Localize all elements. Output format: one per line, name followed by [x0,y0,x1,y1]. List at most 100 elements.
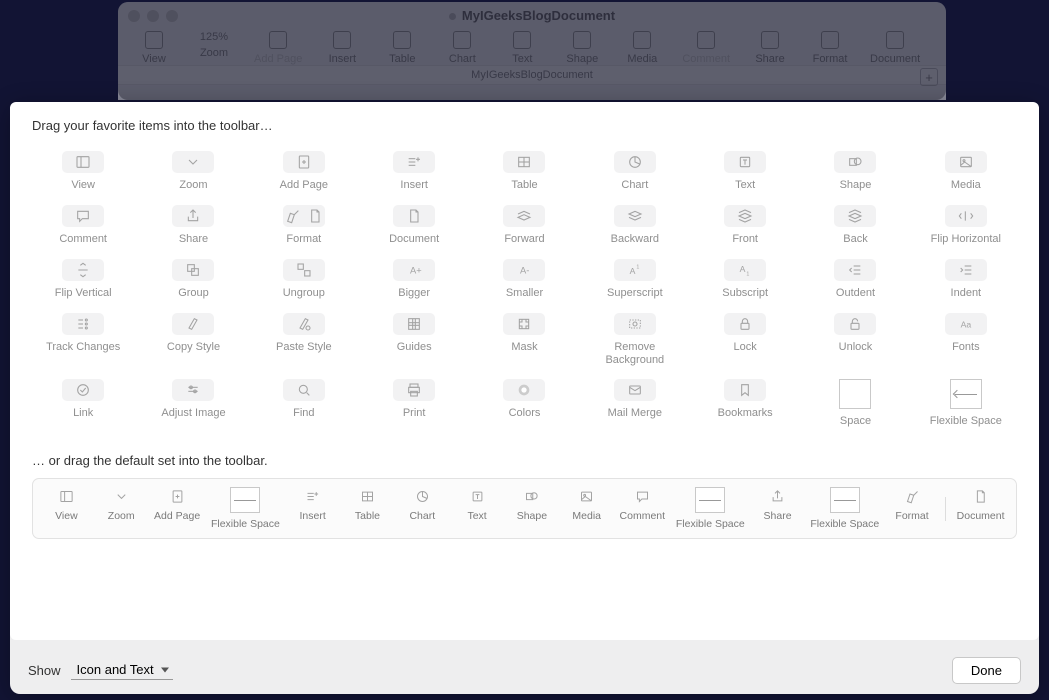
default-item-insert[interactable]: Insert [291,487,335,522]
toolbar-item-unlock[interactable]: Unlock [804,313,906,367]
toolbar-item-remove-background[interactable]: RemoveBackground [584,313,686,367]
default-set-bar[interactable]: View Zoom Add Page Flexible Space Insert Tabl… [32,478,1017,539]
item-label: Flexible Space [930,415,1002,429]
toolbar-item-comment[interactable]: Comment [32,205,134,247]
sheet-prompt: Drag your favorite items into the toolba… [32,118,1017,133]
default-item-share[interactable]: Share [756,487,800,522]
text-icon [468,487,486,505]
toolbar-item-indent[interactable]: Indent [915,259,1017,301]
item-label: Link [73,407,93,421]
toolbar-item-space[interactable]: Space [804,379,906,429]
divider [945,497,946,521]
toolbar-item-chart[interactable]: Chart [584,151,686,193]
toolbar-item-bigger[interactable]: A+Bigger [363,259,465,301]
text-icon [724,151,766,173]
toolbar-item-shape[interactable]: Shape [804,151,906,193]
toolbar-item-bookmarks[interactable]: Bookmarks [694,379,796,429]
default-item-media[interactable]: Media [565,487,609,522]
toolbar-item-link[interactable]: Link [32,379,134,429]
toolbar-item-document[interactable]: Document [363,205,465,247]
item-label: Forward [504,233,544,247]
toolbar-item-flip-horizontal[interactable]: Flip Horizontal [915,205,1017,247]
toolbar-item-mail-merge[interactable]: Mail Merge [584,379,686,429]
default-label: Shape [517,510,547,522]
item-label: Table [511,179,537,193]
default-item-flexible-space[interactable]: Flexible Space [211,487,280,530]
default-item-document[interactable]: Document [957,487,1005,522]
svg-text:1: 1 [746,271,749,277]
toolbar-item-paste-style[interactable]: Paste Style [253,313,355,367]
default-item-flexible-space[interactable]: Flexible Space [676,487,745,530]
flexible-space-icon [950,379,982,409]
share-icon [172,205,214,227]
toolbar-item-backward[interactable]: Backward [584,205,686,247]
toolbar-item-insert[interactable]: Insert [363,151,465,193]
toolbar-item-outdent[interactable]: Outdent [804,259,906,301]
toolbar-item-copy-style[interactable]: Copy Style [142,313,244,367]
item-label: Superscript [607,287,663,301]
toolbar-item-forward[interactable]: Forward [473,205,575,247]
svg-text:A: A [629,266,635,276]
default-label: Share [764,510,792,522]
zoom-icon [112,487,130,505]
item-label: Bigger [398,287,430,301]
item-label: Adjust Image [161,407,225,421]
flip-horizontal-icon [945,205,987,227]
item-label: Subscript [722,287,768,301]
default-label: Add Page [154,510,200,522]
toolbar-item-guides[interactable]: Guides [363,313,465,367]
default-item-format[interactable]: Format [890,487,934,522]
toolbar-item-back[interactable]: Back [804,205,906,247]
default-item-text[interactable]: Text [455,487,499,522]
toolbar-item-table[interactable]: Table [473,151,575,193]
toolbar-item-print[interactable]: Print [363,379,465,429]
sheet-prompt-default: … or drag the default set into the toolb… [32,453,1017,468]
toolbar-item-view[interactable]: View [32,151,134,193]
default-item-comment[interactable]: Comment [620,487,666,522]
toolbar-item-share[interactable]: Share [142,205,244,247]
toolbar-item-adjust-image[interactable]: Adjust Image [142,379,244,429]
guides-icon [393,313,435,335]
default-item-shape[interactable]: Shape [510,487,554,522]
customize-toolbar-sheet: Drag your favorite items into the toolba… [10,102,1039,640]
default-item-zoom[interactable]: Zoom [99,487,143,522]
toolbar-item-text[interactable]: Text [694,151,796,193]
document-icon [393,205,435,227]
default-item-chart[interactable]: Chart [400,487,444,522]
view-icon [62,151,104,173]
toolbar-item-flip-vertical[interactable]: Flip Vertical [32,259,134,301]
shape-icon [523,487,541,505]
toolbar-item-flexible-space[interactable]: Flexible Space [915,379,1017,429]
toolbar-item-ungroup[interactable]: Ungroup [253,259,355,301]
default-item-flexible-space[interactable]: Flexible Space [810,487,879,530]
toolbar-item-fonts[interactable]: AaFonts [915,313,1017,367]
toolbar-item-smaller[interactable]: A-Smaller [473,259,575,301]
toolbar-item-colors[interactable]: Colors [473,379,575,429]
toolbar-item-add-page[interactable]: Add Page [253,151,355,193]
item-label: Unlock [839,341,873,355]
toolbar-item-front[interactable]: Front [694,205,796,247]
default-item-view[interactable]: View [44,487,88,522]
toolbar-item-group[interactable]: Group [142,259,244,301]
toolbar-item-media[interactable]: Media [915,151,1017,193]
show-mode-select[interactable]: Icon and Text [71,660,173,680]
item-label: Text [735,179,755,193]
subscript-icon: A1 [724,259,766,281]
toolbar-item-find[interactable]: Find [253,379,355,429]
flexible-space-icon [830,487,860,513]
toolbar-item-track-changes[interactable]: Track Changes [32,313,134,367]
toolbar-item-zoom[interactable]: Zoom [142,151,244,193]
format-icon [283,205,304,227]
toolbar-item-subscript[interactable]: A1 Subscript [694,259,796,301]
default-label: Zoom [108,510,135,522]
svg-text:A-: A- [520,265,529,275]
toolbar-item-mask[interactable]: Mask [473,313,575,367]
toolbar-item-format[interactable]: Format [253,205,355,247]
item-label: Fonts [952,341,980,355]
default-item-add-page[interactable]: Add Page [154,487,200,522]
done-button[interactable]: Done [952,657,1021,684]
toolbar-item-superscript[interactable]: A1Superscript [584,259,686,301]
default-item-table[interactable]: Table [345,487,389,522]
mail-merge-icon [614,379,656,401]
toolbar-item-lock[interactable]: Lock [694,313,796,367]
